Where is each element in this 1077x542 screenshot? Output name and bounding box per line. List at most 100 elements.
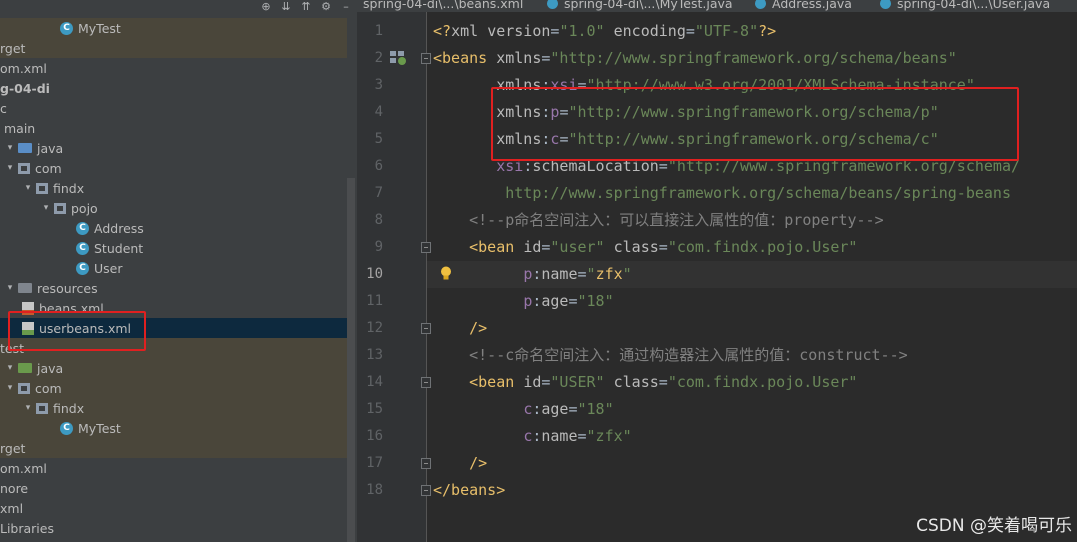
fold-icon[interactable] (421, 377, 431, 388)
tree-item[interactable]: C Address (0, 218, 347, 238)
tree-item[interactable]: ▾ findx (0, 178, 347, 198)
line-number: 7 (374, 185, 383, 201)
line-number: 17 (366, 455, 383, 471)
tree-item-label: main (4, 120, 36, 136)
code-token: <? (433, 22, 452, 40)
locate-icon[interactable]: ⊕ (259, 1, 273, 13)
code-line[interactable]: p:name="zfx" (433, 261, 631, 288)
tree-item-label: nore (0, 480, 29, 496)
code-token: "com.findx.pojo.User" (667, 373, 858, 391)
tree-scrollbar[interactable] (347, 178, 355, 542)
code-line[interactable]: <?xml version="1.0" encoding="UTF-8"?> (433, 18, 776, 45)
tree-item-label: com (35, 380, 62, 396)
code-line[interactable]: <bean id="USER" class="com.findx.pojo.Us… (433, 369, 857, 396)
code-token: "com.findx.pojo.User" (667, 238, 858, 256)
code-line[interactable]: <!--c命名空间注入：通过构造器注入属性的值：construct--> (433, 342, 908, 369)
lightbulb-icon[interactable] (440, 266, 452, 281)
tree-item[interactable]: rget (0, 438, 347, 458)
code-token: http://www.springframework.org/schema/be… (433, 184, 1011, 202)
chevron-down-icon[interactable]: ▾ (22, 403, 34, 413)
code-token: = (568, 400, 578, 418)
line-number: 2 (374, 50, 383, 66)
code-line[interactable]: <!--p命名空间注入：可以直接注入属性的值：property--> (433, 207, 884, 234)
tree-item[interactable]: nore (0, 478, 347, 498)
code-token: <!--p命名空间注入：可以直接注入属性的值：property--> (469, 211, 884, 229)
tree-item[interactable]: xml (0, 498, 347, 518)
tree-item[interactable]: C MyTest (0, 418, 347, 438)
code-line[interactable]: /> (433, 450, 487, 477)
minimize-icon[interactable]: – (339, 1, 353, 13)
code-token: "18" (577, 400, 614, 418)
tree-item[interactable]: main (0, 118, 347, 138)
tree-item[interactable]: C Student (0, 238, 347, 258)
tree-item[interactable]: C User (0, 258, 347, 278)
tree-item[interactable]: ▾ java (0, 138, 347, 158)
tree-item[interactable]: ▾ com (0, 158, 347, 178)
line-number: 14 (366, 374, 383, 390)
tree-item[interactable]: g-04-di (0, 78, 347, 98)
chevron-down-icon[interactable]: ▾ (40, 203, 52, 213)
package-icon (36, 182, 48, 194)
code-token: c (523, 400, 533, 418)
gear-icon[interactable]: ⚙ (319, 1, 333, 13)
tree-item[interactable]: ▾ pojo (0, 198, 347, 218)
tree-item[interactable]: rget (0, 38, 347, 58)
fold-icon[interactable] (421, 53, 431, 64)
tree-item[interactable]: ▾ java (0, 358, 347, 378)
tree-item[interactable]: C MyTest (0, 18, 347, 38)
code-line[interactable]: c:age="18" (433, 396, 614, 423)
code-token: " (586, 265, 596, 283)
code-line[interactable]: </beans> (433, 477, 505, 504)
chevron-down-icon[interactable]: ▾ (4, 363, 16, 373)
code-token: = (577, 427, 587, 445)
code-token: "18" (577, 292, 614, 310)
chevron-down-icon[interactable]: ▾ (4, 283, 16, 293)
tree-item[interactable]: om.xml (0, 458, 347, 478)
collapse-all-icon[interactable]: ⇊ (279, 1, 293, 13)
fold-icon[interactable] (421, 323, 431, 334)
chevron-down-icon[interactable]: ▾ (4, 143, 16, 153)
editor-tab[interactable]: spring-04-di\...\MyTest.java (547, 0, 733, 12)
watermark: CSDN @笑着喝可乐 (916, 516, 1072, 536)
code-token: = (685, 22, 695, 40)
fold-icon[interactable] (421, 242, 431, 253)
folder-icon (18, 143, 32, 153)
code-token: </beans> (433, 481, 506, 499)
tree-item[interactable]: Libraries (0, 518, 347, 538)
editor-tab[interactable]: spring-04-di\...\User.java (880, 0, 1050, 12)
tree-item[interactable]: ▾ findx (0, 398, 347, 418)
code-line[interactable]: c:name="zfx" (433, 423, 631, 450)
chevron-down-icon[interactable]: ▾ (22, 183, 34, 193)
tree-item[interactable]: ▾ resources (0, 278, 347, 298)
code-token: <!--c命名空间注入：通过构造器注入属性的值：construct--> (469, 346, 908, 364)
project-tool-window: ⊕ ⇊ ⇈ ⚙ – C MyTest rget om.xml g-04-di c main ▾… (0, 0, 357, 542)
code-line[interactable]: <bean id="user" class="com.findx.pojo.Us… (433, 234, 857, 261)
code-line[interactable]: http://www.springframework.org/schema/be… (433, 180, 1011, 207)
class-icon: C (60, 21, 73, 35)
class-icon: C (60, 421, 73, 435)
line-number: 18 (366, 482, 383, 498)
editor-tab[interactable]: spring-04-di\...\beans.xml (363, 0, 523, 12)
expand-all-icon[interactable]: ⇈ (299, 1, 313, 13)
editor-tab[interactable]: Address.java (755, 0, 852, 12)
spring-bean-icon[interactable] (389, 49, 407, 65)
tree-item-label: java (37, 140, 64, 156)
package-icon (18, 162, 30, 174)
tree-item[interactable]: c (0, 98, 347, 118)
fold-icon[interactable] (421, 458, 431, 469)
chevron-down-icon[interactable]: ▾ (4, 163, 16, 173)
tree-item-label: MyTest (78, 420, 121, 436)
line-number: 9 (374, 239, 383, 255)
fold-icon[interactable] (421, 485, 431, 496)
ide-window: ⊕ ⇊ ⇈ ⚙ – C MyTest rget om.xml g-04-di c main ▾… (0, 0, 1077, 542)
class-icon (880, 0, 891, 9)
chevron-down-icon[interactable]: ▾ (4, 383, 16, 393)
code-line[interactable]: /> (433, 315, 487, 342)
tree-item[interactable]: ▾ com (0, 378, 347, 398)
code-line[interactable]: <beans xmlns="http://www.springframework… (433, 45, 957, 72)
code-line[interactable]: p:age="18" (433, 288, 614, 315)
tree-item[interactable]: om.xml (0, 58, 347, 78)
